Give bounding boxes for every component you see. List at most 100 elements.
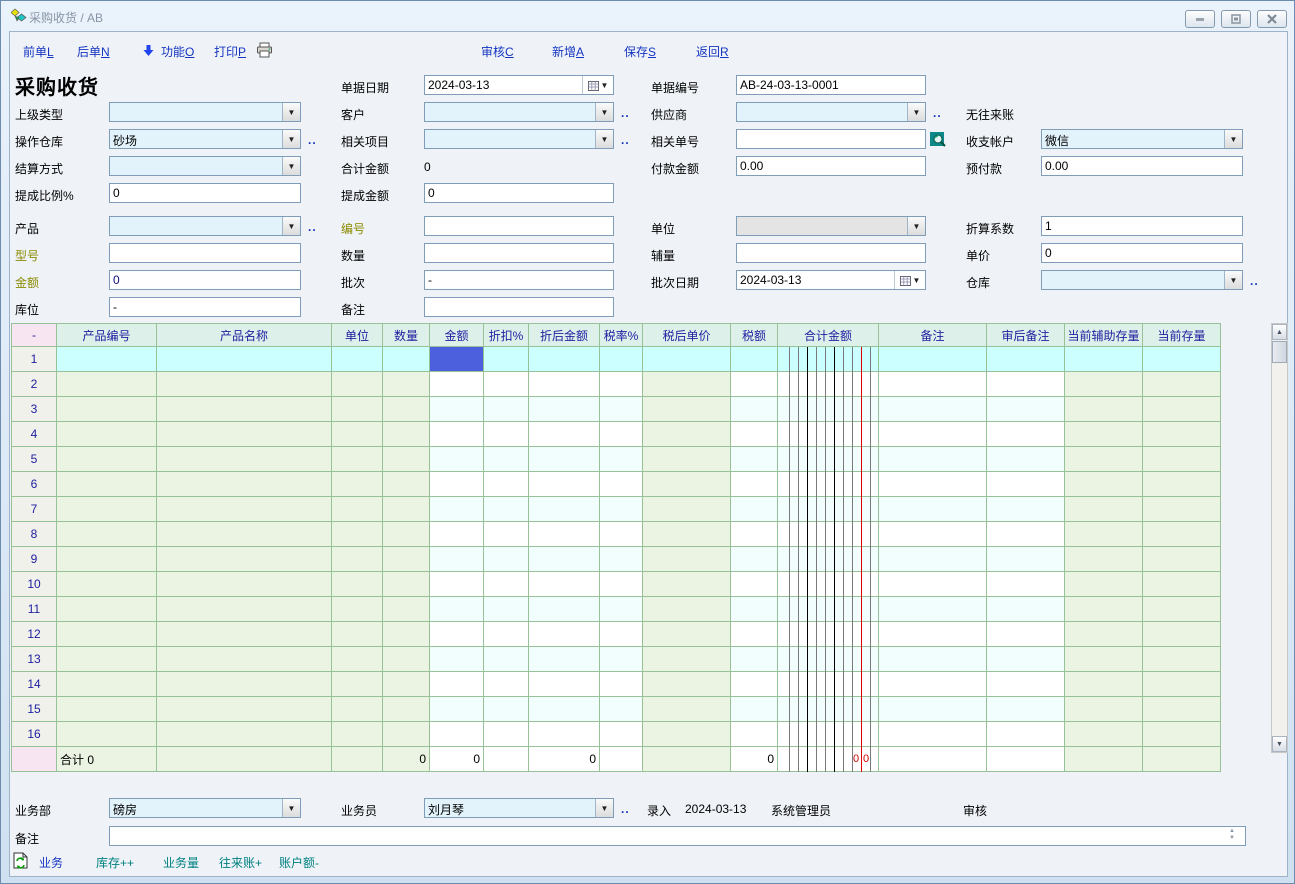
cell-product_code-row9[interactable] <box>57 547 157 572</box>
cell-price_after_tax-row15[interactable] <box>643 697 731 722</box>
cell-product_code-row8[interactable] <box>57 522 157 547</box>
cell-audit_remark-row2[interactable] <box>987 372 1065 397</box>
op-warehouse-combo[interactable]: 砂场 <box>109 129 301 149</box>
cell-qty-row1[interactable] <box>383 347 430 372</box>
cell-audit_remark-row13[interactable] <box>987 647 1065 672</box>
cell-discount-row11[interactable] <box>484 597 529 622</box>
cell-remark-row15[interactable] <box>879 697 987 722</box>
cell-aux_stock-row13[interactable] <box>1065 647 1143 672</box>
cell-stock-row1[interactable] <box>1143 347 1221 372</box>
cell-total-row1[interactable] <box>778 347 879 372</box>
cell-product_code-row11[interactable] <box>57 597 157 622</box>
cell-price_after_tax-row3[interactable] <box>643 397 731 422</box>
cell-tax_rate-row11[interactable] <box>600 597 643 622</box>
cell-product_name-row3[interactable] <box>157 397 332 422</box>
row-number-8[interactable]: 8 <box>12 522 57 547</box>
cell-aux_stock-row15[interactable] <box>1065 697 1143 722</box>
cell-qty-row10[interactable] <box>383 572 430 597</box>
cell-audit_remark-row15[interactable] <box>987 697 1065 722</box>
cell-qty-row11[interactable] <box>383 597 430 622</box>
chevron-down-icon[interactable] <box>1224 271 1242 289</box>
minimize-button[interactable] <box>1185 10 1215 28</box>
col-header-audit_remark[interactable]: 审后备注 <box>987 324 1065 347</box>
toolbar-audit-button[interactable]: 审核C <box>481 43 514 60</box>
cell-audit_remark-row5[interactable] <box>987 447 1065 472</box>
doc-no-input[interactable] <box>736 75 926 95</box>
summary-audit_remark[interactable] <box>987 747 1065 772</box>
scrollbar-thumb[interactable] <box>1272 341 1287 363</box>
cell-amount-row16[interactable] <box>430 722 484 747</box>
col-header-stock[interactable]: 当前存量 <box>1143 324 1221 347</box>
cell-qty-row7[interactable] <box>383 497 430 522</box>
col-header-unit[interactable]: 单位 <box>332 324 383 347</box>
cell-stock-row6[interactable] <box>1143 472 1221 497</box>
summary-product_name[interactable] <box>157 747 332 772</box>
cell-tax-row13[interactable] <box>731 647 778 672</box>
cell-aux_stock-row4[interactable] <box>1065 422 1143 447</box>
cell-audit_remark-row7[interactable] <box>987 497 1065 522</box>
related-project-combo[interactable] <box>424 129 614 149</box>
cell-tax_rate-row2[interactable] <box>600 372 643 397</box>
cell-unit-row16[interactable] <box>332 722 383 747</box>
cell-remark-row6[interactable] <box>879 472 987 497</box>
col-header-tax_rate[interactable]: 税率% <box>600 324 643 347</box>
cell-remark-row9[interactable] <box>879 547 987 572</box>
cell-price_after_tax-row11[interactable] <box>643 597 731 622</box>
footer-link-account[interactable]: 往来账+ <box>219 854 262 871</box>
cell-tax_rate-row13[interactable] <box>600 647 643 672</box>
cell-price_after_tax-row6[interactable] <box>643 472 731 497</box>
toolbar-new-button[interactable]: 新增A <box>552 43 584 60</box>
amount-input[interactable] <box>109 270 301 290</box>
cell-total-row16[interactable] <box>778 722 879 747</box>
cell-audit_remark-row11[interactable] <box>987 597 1065 622</box>
cell-audit_remark-row4[interactable] <box>987 422 1065 447</box>
cell-amount-row9[interactable] <box>430 547 484 572</box>
cell-discount-row5[interactable] <box>484 447 529 472</box>
cell-tax-row16[interactable] <box>731 722 778 747</box>
cell-total-row5[interactable] <box>778 447 879 472</box>
footer-link-balance[interactable]: 账户额- <box>279 854 319 871</box>
supplier-combo[interactable] <box>736 102 926 122</box>
toolbar-save-button[interactable]: 保存S <box>624 43 656 60</box>
cell-tax-row9[interactable] <box>731 547 778 572</box>
cell-stock-row11[interactable] <box>1143 597 1221 622</box>
cell-amount-row3[interactable] <box>430 397 484 422</box>
row-number-11[interactable]: 11 <box>12 597 57 622</box>
cell-qty-row3[interactable] <box>383 397 430 422</box>
parent-type-combo[interactable] <box>109 102 301 122</box>
cell-tax_rate-row9[interactable] <box>600 547 643 572</box>
cell-discount-row15[interactable] <box>484 697 529 722</box>
cell-price_after_tax-row1[interactable] <box>643 347 731 372</box>
cell-product_name-row13[interactable] <box>157 647 332 672</box>
cell-stock-row10[interactable] <box>1143 572 1221 597</box>
cell-amount_after-row15[interactable] <box>529 697 600 722</box>
chevron-down-icon[interactable] <box>907 217 925 235</box>
col-header-aux_stock[interactable]: 当前辅助存量 <box>1065 324 1143 347</box>
price-input[interactable] <box>1041 243 1243 263</box>
cell-product_name-row16[interactable] <box>157 722 332 747</box>
cell-product_code-row10[interactable] <box>57 572 157 597</box>
cell-stock-row3[interactable] <box>1143 397 1221 422</box>
cell-tax_rate-row12[interactable] <box>600 622 643 647</box>
cell-unit-row7[interactable] <box>332 497 383 522</box>
remark-input[interactable] <box>109 826 1246 846</box>
cell-tax-row3[interactable] <box>731 397 778 422</box>
cell-aux_stock-row7[interactable] <box>1065 497 1143 522</box>
cell-qty-row6[interactable] <box>383 472 430 497</box>
cell-price_after_tax-row12[interactable] <box>643 622 731 647</box>
cell-product_code-row13[interactable] <box>57 647 157 672</box>
cell-product_code-row7[interactable] <box>57 497 157 522</box>
col-header-discount[interactable]: 折扣% <box>484 324 529 347</box>
cell-amount_after-row11[interactable] <box>529 597 600 622</box>
cell-amount-row15[interactable] <box>430 697 484 722</box>
cell-amount-row8[interactable] <box>430 522 484 547</box>
cell-unit-row11[interactable] <box>332 597 383 622</box>
cell-total-row9[interactable] <box>778 547 879 572</box>
supplier-more-button[interactable]: .. <box>933 106 942 120</box>
cell-product_code-row16[interactable] <box>57 722 157 747</box>
col-header-product_code[interactable]: 产品编号 <box>57 324 157 347</box>
chevron-down-icon[interactable] <box>282 130 300 148</box>
cell-tax_rate-row10[interactable] <box>600 572 643 597</box>
toolbar-print-button[interactable]: 打印P <box>214 43 246 60</box>
code-input[interactable] <box>424 216 614 236</box>
